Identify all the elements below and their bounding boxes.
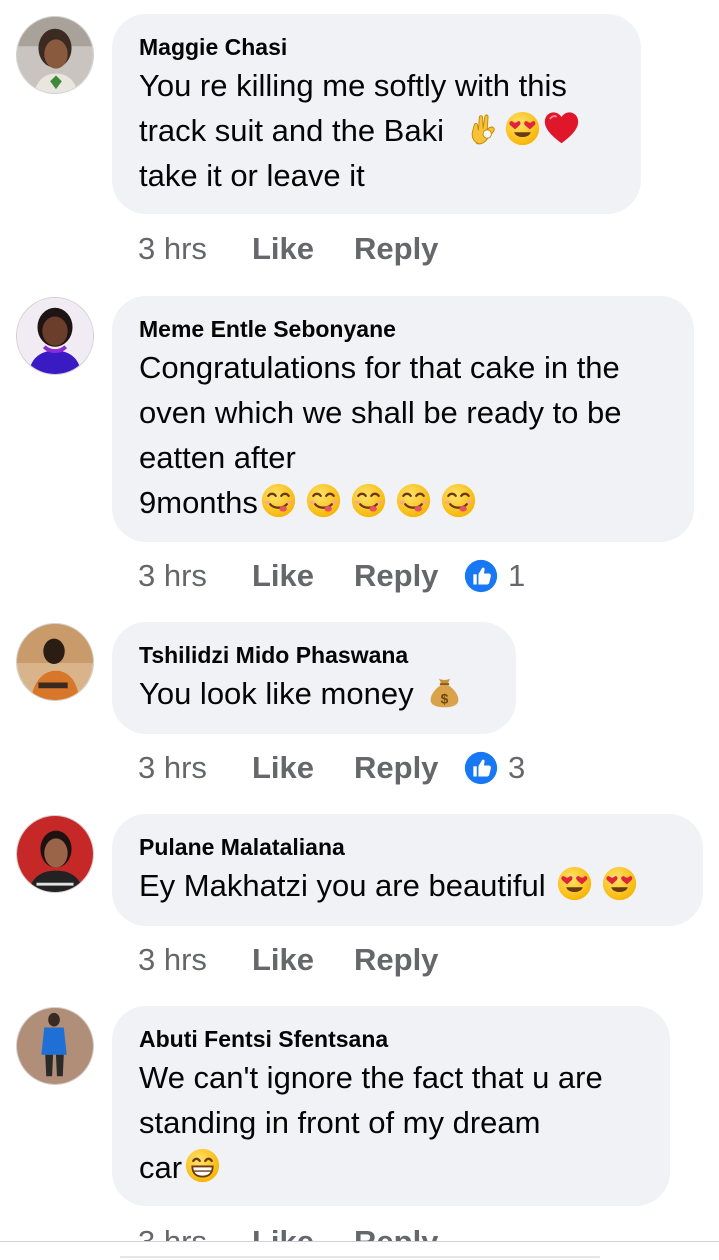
divider	[120, 1256, 600, 1258]
comment-line-text: Ey Makhatzi you are beautiful	[139, 868, 546, 903]
comment-actions: 3 hrs Like Reply	[138, 1222, 464, 1241]
savoring-face-emoji	[440, 482, 477, 519]
comment-line: oven which we shall be ready to be	[139, 395, 622, 430]
like-button[interactable]: Like	[252, 1222, 354, 1241]
commenter-name[interactable]: Tshilidzi Mido Phaswana	[139, 642, 490, 668]
commenter-name[interactable]: Maggie Chasi	[139, 34, 615, 60]
comment-actions: 3 hrs Like Reply 1	[138, 556, 525, 596]
comment-line: You re killing me softly with this	[139, 68, 567, 103]
comment-text: You look like money	[139, 671, 490, 716]
comment-text: You re killing me softly with this track…	[139, 63, 615, 198]
thumbs-up-icon	[464, 751, 498, 785]
comment-line: Congratulations for that cake in the	[139, 350, 620, 385]
comment-bubble: Tshilidzi Mido Phaswana You look like mo…	[112, 622, 516, 734]
comment-actions: 3 hrs Like Reply 3	[138, 748, 525, 788]
heart-eyes-emoji	[556, 865, 593, 902]
bottom-bar	[0, 1242, 719, 1260]
comment-line: track suit and the Baki	[139, 108, 615, 153]
comment-bubble: Abuti Fentsi Sfentsana We can't ignore t…	[112, 1006, 670, 1206]
reply-button[interactable]: Reply	[354, 229, 464, 269]
timestamp[interactable]: 3 hrs	[138, 748, 252, 788]
comment-line: 9months	[139, 480, 668, 525]
comment-line: take it or leave it	[139, 158, 365, 193]
comment-line: car	[139, 1145, 644, 1190]
reply-button[interactable]: Reply	[354, 940, 464, 980]
like-button[interactable]: Like	[252, 229, 354, 269]
avatar[interactable]	[16, 297, 94, 375]
reaction-summary[interactable]: 3	[464, 748, 525, 788]
comment-text: Congratulations for that cake in the ove…	[139, 345, 668, 525]
commenter-name[interactable]: Abuti Fentsi Sfentsana	[139, 1026, 644, 1052]
comment-line: You look like money	[139, 671, 490, 716]
avatar[interactable]	[16, 1007, 94, 1085]
reply-button[interactable]: Reply	[354, 748, 464, 788]
reply-button[interactable]: Reply	[354, 556, 464, 596]
comment-actions: 3 hrs Like Reply	[138, 940, 464, 980]
savoring-face-emoji	[260, 482, 297, 519]
comment-bubble: Pulane Malataliana Ey Makhatzi you are b…	[112, 814, 703, 926]
ok-hand-emoji	[465, 110, 502, 147]
reaction-count: 3	[508, 750, 526, 785]
comment-bubble: Meme Entle Sebonyane Congratulations for…	[112, 296, 694, 542]
money-bag-emoji	[426, 673, 463, 710]
comment-line-text: 9months	[139, 485, 258, 520]
comment-text: We can't ignore the fact that u are stan…	[139, 1055, 644, 1190]
comment-line: standing in front of my dream	[139, 1105, 541, 1140]
comment-line-text: car	[139, 1150, 183, 1185]
comment-line-text: You look like money	[139, 676, 414, 711]
comment-bubble: Maggie Chasi You re killing me softly wi…	[112, 14, 641, 214]
reply-button[interactable]: Reply	[354, 1222, 464, 1241]
reaction-count: 1	[508, 558, 526, 593]
red-heart-emoji	[543, 110, 580, 147]
savoring-face-emoji	[395, 482, 432, 519]
comment-text: Ey Makhatzi you are beautiful	[139, 863, 677, 908]
savoring-face-emoji	[305, 482, 342, 519]
like-button[interactable]: Like	[252, 556, 354, 596]
timestamp[interactable]: 3 hrs	[138, 1222, 252, 1241]
timestamp[interactable]: 3 hrs	[138, 940, 252, 980]
reaction-summary[interactable]: 1	[464, 556, 525, 596]
heart-eyes-emoji	[601, 865, 638, 902]
comment-line-text: track suit and the Baki	[139, 113, 444, 148]
thumbs-up-icon	[464, 559, 498, 593]
grinning-face-emoji	[184, 1147, 221, 1184]
timestamp[interactable]: 3 hrs	[138, 556, 252, 596]
comment-line: We can't ignore the fact that u are	[139, 1060, 603, 1095]
heart-eyes-emoji	[504, 110, 541, 147]
comment-line: Ey Makhatzi you are beautiful	[139, 863, 677, 908]
like-button[interactable]: Like	[252, 748, 354, 788]
avatar[interactable]	[16, 623, 94, 701]
comment-line: eatten after	[139, 440, 296, 475]
commenter-name[interactable]: Pulane Malataliana	[139, 834, 677, 860]
commenter-name[interactable]: Meme Entle Sebonyane	[139, 316, 668, 342]
like-button[interactable]: Like	[252, 940, 354, 980]
comment-actions: 3 hrs Like Reply	[138, 229, 464, 269]
savoring-face-emoji	[350, 482, 387, 519]
avatar[interactable]	[16, 16, 94, 94]
timestamp[interactable]: 3 hrs	[138, 229, 252, 269]
avatar[interactable]	[16, 815, 94, 893]
